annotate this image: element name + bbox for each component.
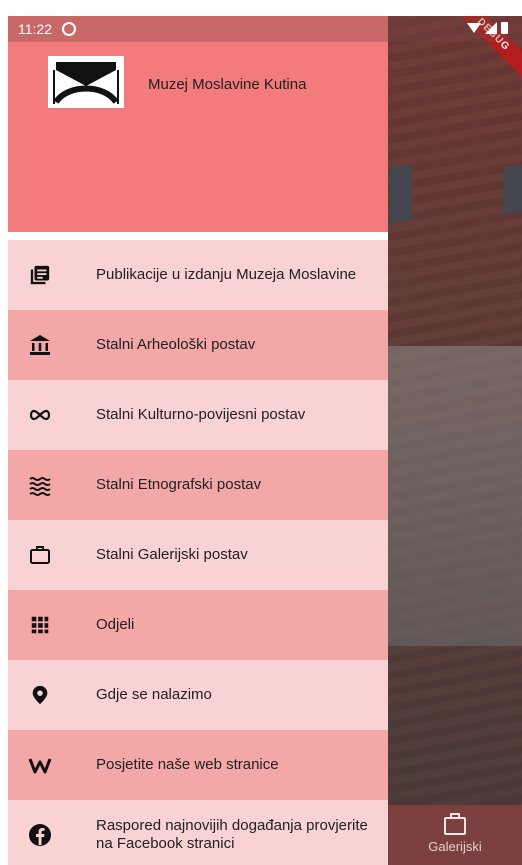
- bottom-nav-item-galerijski[interactable]: Galerijski: [388, 805, 522, 865]
- drawer-title: Muzej Moslavine Kutina: [148, 76, 307, 93]
- drawer-header: Muzej Moslavine Kutina: [8, 16, 388, 232]
- menu-item-label: Stalni Etnografski postav: [96, 476, 262, 493]
- menu-item-archaeological[interactable]: Stalni Arheološki postav: [8, 310, 388, 380]
- briefcase-icon: [444, 812, 466, 835]
- menu-item-label: Posjetite naše web stranice: [96, 756, 279, 773]
- cell-signal-icon: [485, 22, 497, 34]
- web-icon: [28, 753, 52, 777]
- sync-icon: [62, 22, 76, 36]
- publications-icon: [28, 263, 52, 287]
- roof-window: [503, 164, 522, 216]
- menu-item-location[interactable]: Gdje se nalazimo: [8, 660, 388, 730]
- location-pin-icon: [28, 683, 52, 707]
- header-divider: [8, 232, 388, 240]
- status-bar: 11:22: [8, 16, 522, 42]
- status-time: 11:22: [18, 21, 52, 37]
- app-frame: Galerijski DEBUG Muzej Moslavine Kutina: [8, 16, 522, 865]
- menu-item-label: Stalni Arheološki postav: [96, 336, 256, 353]
- wifi-icon: [467, 23, 481, 33]
- menu-item-departments[interactable]: Odjeli: [8, 590, 388, 660]
- menu-item-label: Stalni Kulturno-povijesni postav: [96, 406, 306, 423]
- battery-icon: [501, 22, 508, 34]
- museum-logo: [48, 56, 124, 108]
- menu-item-publications[interactable]: Publikacije u izdanju Muzeja Moslavine: [8, 240, 388, 310]
- facebook-icon: [28, 823, 52, 847]
- museum-icon: [28, 333, 52, 357]
- menu-item-label: Stalni Galerijski postav: [96, 546, 248, 563]
- menu-item-label: Gdje se nalazimo: [96, 686, 212, 703]
- infinity-icon: [28, 403, 52, 427]
- briefcase-icon: [28, 543, 52, 567]
- waves-icon: [28, 473, 52, 497]
- menu-item-label: Odjeli: [96, 616, 135, 633]
- menu-item-cultural-historical[interactable]: Stalni Kulturno-povijesni postav: [8, 380, 388, 450]
- roof-window: [390, 164, 412, 224]
- menu-item-label: Publikacije u izdanju Muzeja Moslavine: [96, 266, 357, 283]
- grid-icon: [28, 613, 52, 637]
- status-icons: [467, 22, 508, 34]
- bottom-nav-label: Galerijski: [428, 838, 482, 854]
- menu-item-facebook[interactable]: Raspored najnovijih događanja provjerite…: [8, 800, 388, 865]
- menu-item-website[interactable]: Posjetite naše web stranice: [8, 730, 388, 800]
- navigation-drawer: Muzej Moslavine Kutina Publikacije u izd…: [8, 16, 388, 865]
- menu-item-gallery[interactable]: Stalni Galerijski postav: [8, 520, 388, 590]
- drawer-menu: Publikacije u izdanju Muzeja Moslavine S…: [8, 240, 388, 865]
- building-wall: [388, 346, 522, 646]
- menu-item-label: Raspored najnovijih događanja provjerite…: [96, 817, 368, 852]
- menu-item-ethnographic[interactable]: Stalni Etnografski postav: [8, 450, 388, 520]
